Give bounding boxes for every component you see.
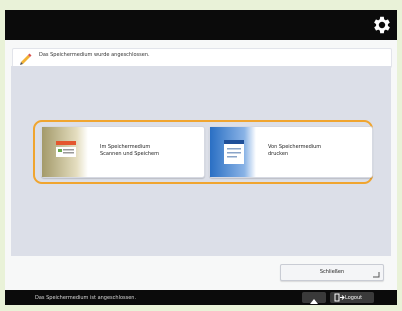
- logout-button[interactable]: Logout: [330, 292, 374, 303]
- close-button-label: Schließen: [319, 269, 345, 275]
- print-from-media-button[interactable]: Von Speichermedium drucken: [209, 126, 373, 178]
- scan-and-store-label: Im Speichermedium Scannen und Speichern: [100, 144, 160, 157]
- triangle-up-icon: [310, 299, 318, 304]
- corner-arrow-icon: [373, 272, 380, 278]
- info-message: Das Speichermedium wurde angeschlossen.: [39, 52, 150, 58]
- scan-and-store-button[interactable]: Im Speichermedium Scannen und Speichern: [41, 126, 205, 178]
- close-button[interactable]: Schließen: [280, 264, 384, 281]
- gear-icon[interactable]: [371, 14, 393, 36]
- option-group: Im Speichermedium Scannen und Speichern …: [33, 120, 373, 184]
- print-from-media-label: Von Speichermedium drucken: [268, 144, 322, 157]
- status-bar: Das Speichermedium ist angeschlossen. Lo…: [5, 290, 397, 305]
- main-panel: Das Speichermedium wurde angeschlossen. …: [5, 40, 397, 290]
- logout-icon: [334, 293, 345, 302]
- top-bar: [5, 10, 397, 40]
- pencil-icon: [20, 53, 32, 65]
- info-bar: Das Speichermedium wurde angeschlossen.: [12, 48, 392, 68]
- scan-to-media-icon: [56, 141, 76, 157]
- print-from-media-icon: [224, 140, 244, 164]
- status-message: Das Speichermedium ist angeschlossen.: [35, 295, 137, 301]
- up-button[interactable]: [302, 292, 326, 304]
- logout-label: Logout: [345, 295, 363, 301]
- content-area: Im Speichermedium Scannen und Speichern …: [11, 66, 391, 256]
